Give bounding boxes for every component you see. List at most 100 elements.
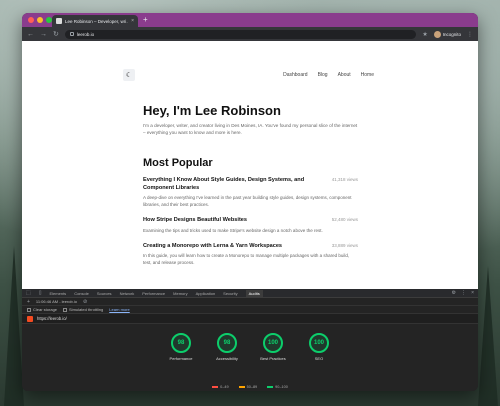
clear-storage-option[interactable]: Clear storage (27, 307, 57, 312)
post-title[interactable]: Creating a Monorepo with Lerna & Yarn Wo… (143, 243, 282, 251)
throttling-label: Simulated throttling (69, 307, 104, 312)
post-description: Examining the tips and tricks used to ma… (143, 227, 323, 233)
post-item[interactable]: How Stripe Designs Beautiful Websites 52… (143, 217, 358, 235)
devtools-tabs: ⬚ ▯ Elements Console Sources Network Per… (22, 289, 478, 298)
add-audit-icon[interactable]: + (27, 299, 30, 305)
reload-icon[interactable]: ↻ (53, 31, 59, 38)
url-text: leerob.io (76, 31, 95, 37)
score-gauge: 100 (309, 333, 329, 353)
devtools-close-icon[interactable]: × (471, 290, 474, 296)
close-tab-icon[interactable]: × (131, 18, 134, 24)
close-window-button[interactable] (28, 17, 34, 23)
legend-range: 0–49 (220, 385, 229, 389)
post-item[interactable]: Everything I Know About Style Guides, De… (143, 177, 358, 209)
nav-link-home[interactable]: Home (361, 72, 374, 78)
devtools-menu-icon[interactable]: ⋮ (461, 290, 466, 296)
bookmark-star-icon[interactable]: ★ (422, 31, 427, 38)
site-logo-icon[interactable]: ☾ (123, 69, 135, 81)
score-performance[interactable]: 98 Performance (164, 333, 198, 361)
browser-window: Lee Robinson – Developer, wri… × + ← → ↻… (22, 13, 478, 391)
tab-title: Lee Robinson – Developer, wri… (65, 18, 129, 24)
score-best-practices[interactable]: 100 Best Practices (256, 333, 290, 361)
score-label: Performance (169, 356, 193, 361)
audits-toolbar: + 11:06:46 AM - leerob.io ⊘ (22, 298, 478, 306)
new-tab-icon[interactable]: + (143, 15, 148, 24)
report-url[interactable]: https://leerob.io/ (37, 316, 67, 321)
devtools-tab-memory[interactable]: Memory (173, 291, 187, 296)
devtools-settings-icon[interactable]: ⚙ (452, 290, 456, 296)
score-accessibility[interactable]: 98 Accessibility (210, 333, 244, 361)
devtools-tab-sources[interactable]: Sources (97, 291, 112, 296)
profile-button[interactable]: Incognito (433, 30, 461, 38)
section-title: Most Popular (143, 156, 213, 169)
window-controls (28, 17, 52, 23)
score-gauge: 98 (171, 333, 191, 353)
minimize-window-button[interactable] (37, 17, 43, 23)
device-toolbar-icon[interactable]: ▯ (39, 290, 42, 296)
hero-text: I'm a developer, writer, and creator liv… (143, 123, 358, 135)
browser-tab[interactable]: Lee Robinson – Developer, wri… × (52, 15, 138, 27)
score-legend: 0–49 50–89 90–100 (22, 385, 478, 389)
legend-range: 50–89 (246, 385, 258, 389)
throttling-option[interactable]: Simulated throttling (63, 307, 103, 312)
post-title[interactable]: Everything I Know About Style Guides, De… (143, 177, 326, 193)
site-nav: Dashboard Blog About Home (283, 72, 374, 78)
post-description: A deep-dive on everything I've learned i… (143, 195, 352, 208)
browser-toolbar: ← → ↻ leerob.io ★ Incognito ⋮ (22, 27, 478, 41)
devtools-tab-audits[interactable]: Audits (245, 289, 263, 297)
devtools-panel: ⬚ ▯ Elements Console Sources Network Per… (22, 289, 478, 391)
back-icon[interactable]: ← (27, 31, 34, 38)
devtools-tab-security[interactable]: Security (223, 291, 237, 296)
favicon-icon (56, 18, 62, 24)
checkbox-icon[interactable] (27, 307, 31, 312)
score-label: SEO (314, 356, 324, 361)
report-header: https://leerob.io/ (22, 314, 478, 324)
lock-icon (69, 32, 74, 36)
nav-link-dashboard[interactable]: Dashboard (283, 72, 307, 78)
score-seo[interactable]: 100 SEO (302, 333, 336, 361)
tab-bar: Lee Robinson – Developer, wri… × + (22, 13, 478, 27)
post-views: 41,318 views (331, 176, 358, 182)
devtools-tab-elements[interactable]: Elements (50, 291, 67, 296)
score-label: Accessibility (216, 356, 238, 361)
legend-item: 0–49 (212, 385, 229, 389)
profile-name: Incognito (442, 31, 461, 37)
learn-more-link[interactable]: Learn more (109, 307, 129, 312)
inspect-element-icon[interactable]: ⬚ (26, 290, 31, 296)
score-label: Best Practices (260, 356, 286, 361)
score-gauge: 98 (217, 333, 237, 353)
devtools-tab-performance[interactable]: Performance (142, 291, 165, 296)
legend-range: 90–100 (275, 385, 288, 389)
address-bar[interactable]: leerob.io (64, 29, 417, 39)
devtools-tab-console[interactable]: Console (74, 291, 89, 296)
tree-silhouette (478, 266, 498, 406)
post-description: In this guide, you will learn how to cre… (143, 253, 350, 266)
main-content: Hey, I'm Lee Robinson I'm a developer, w… (143, 103, 358, 267)
post-title[interactable]: How Stripe Designs Beautiful Websites (143, 217, 247, 225)
nav-link-about[interactable]: About (338, 72, 351, 78)
post-views: 52,480 views (331, 216, 358, 222)
legend-item: 50–89 (238, 385, 258, 389)
legend-swatch-icon (267, 386, 274, 388)
score-gauge: 100 (263, 333, 283, 353)
legend-swatch-icon (212, 386, 219, 388)
clear-storage-label: Clear storage (33, 307, 58, 312)
avatar (433, 30, 441, 38)
clear-report-icon[interactable]: ⊘ (83, 299, 87, 305)
report-selector[interactable]: 11:06:46 AM - leerob.io (36, 299, 77, 304)
lighthouse-icon (27, 315, 33, 322)
tree-silhouette (4, 246, 24, 406)
devtools-tab-network[interactable]: Network (120, 291, 135, 296)
post-item[interactable]: Creating a Monorepo with Lerna & Yarn Wo… (143, 243, 358, 267)
post-views: 33,889 views (331, 242, 358, 248)
forward-icon[interactable]: → (40, 31, 47, 38)
browser-menu-icon[interactable]: ⋮ (467, 31, 473, 38)
hero-title: Hey, I'm Lee Robinson (143, 103, 281, 118)
score-gauges: 98 Performance 98 Accessibility 100 Best… (22, 333, 478, 361)
checkbox-icon[interactable] (63, 307, 68, 312)
nav-link-blog[interactable]: Blog (318, 72, 328, 78)
web-page: ☾ Dashboard Blog About Home Hey, I'm Lee… (22, 41, 478, 289)
devtools-tab-application[interactable]: Application (196, 291, 216, 296)
legend-item: 90–100 (267, 385, 288, 389)
legend-swatch-icon (238, 386, 245, 388)
